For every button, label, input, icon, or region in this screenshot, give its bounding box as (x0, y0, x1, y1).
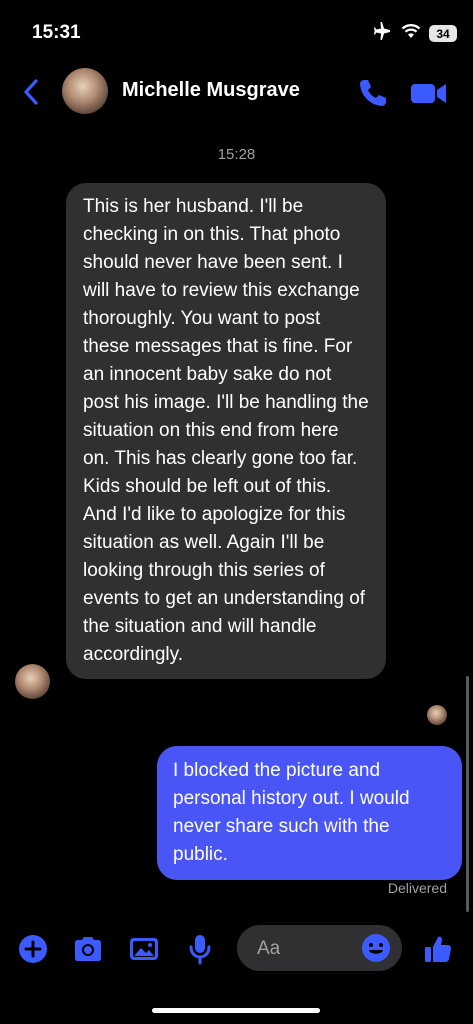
gallery-button[interactable] (127, 932, 161, 966)
voice-message-button[interactable] (183, 932, 217, 966)
more-actions-button[interactable] (16, 932, 50, 966)
wifi-icon (401, 23, 421, 44)
video-camera-icon (411, 84, 446, 103)
microphone-icon (189, 935, 211, 965)
message-input-placeholder: Aa (257, 938, 281, 959)
image-icon (130, 938, 158, 960)
status-bar: 15:31 34 (0, 0, 473, 62)
video-call-button[interactable] (409, 76, 449, 110)
camera-button[interactable] (71, 932, 105, 966)
phone-icon (360, 80, 386, 106)
seen-indicator-avatar (427, 705, 447, 725)
emoji-button[interactable] (360, 932, 392, 964)
message-composer: Aa (0, 922, 473, 978)
message-timestamp: 15:28 (217, 146, 256, 163)
emoji-icon (362, 934, 390, 962)
thumbs-up-icon (425, 936, 452, 962)
back-button[interactable] (18, 76, 46, 108)
status-time: 15:31 (32, 22, 81, 43)
outgoing-message-bubble[interactable]: I blocked the picture and personal histo… (157, 746, 462, 880)
message-input[interactable]: Aa (237, 925, 402, 971)
like-button[interactable] (421, 932, 455, 966)
sender-avatar[interactable] (15, 664, 50, 699)
conversation-header: Michelle Musgrave (0, 62, 473, 122)
plus-icon (19, 935, 47, 963)
home-indicator[interactable] (152, 1008, 320, 1013)
back-chevron-icon (24, 79, 38, 105)
camera-icon (75, 937, 101, 961)
contact-avatar[interactable] (62, 68, 108, 114)
incoming-message-bubble[interactable]: This is her husband. I'll be checking in… (66, 183, 386, 679)
battery-icon: 34 (429, 25, 457, 42)
contact-name[interactable]: Michelle Musgrave (122, 79, 300, 102)
status-icons: 34 (373, 22, 457, 45)
voice-call-button[interactable] (356, 76, 390, 110)
delivery-status: Delivered (387, 880, 447, 896)
airplane-icon (373, 22, 393, 45)
scrollbar[interactable] (466, 676, 469, 912)
